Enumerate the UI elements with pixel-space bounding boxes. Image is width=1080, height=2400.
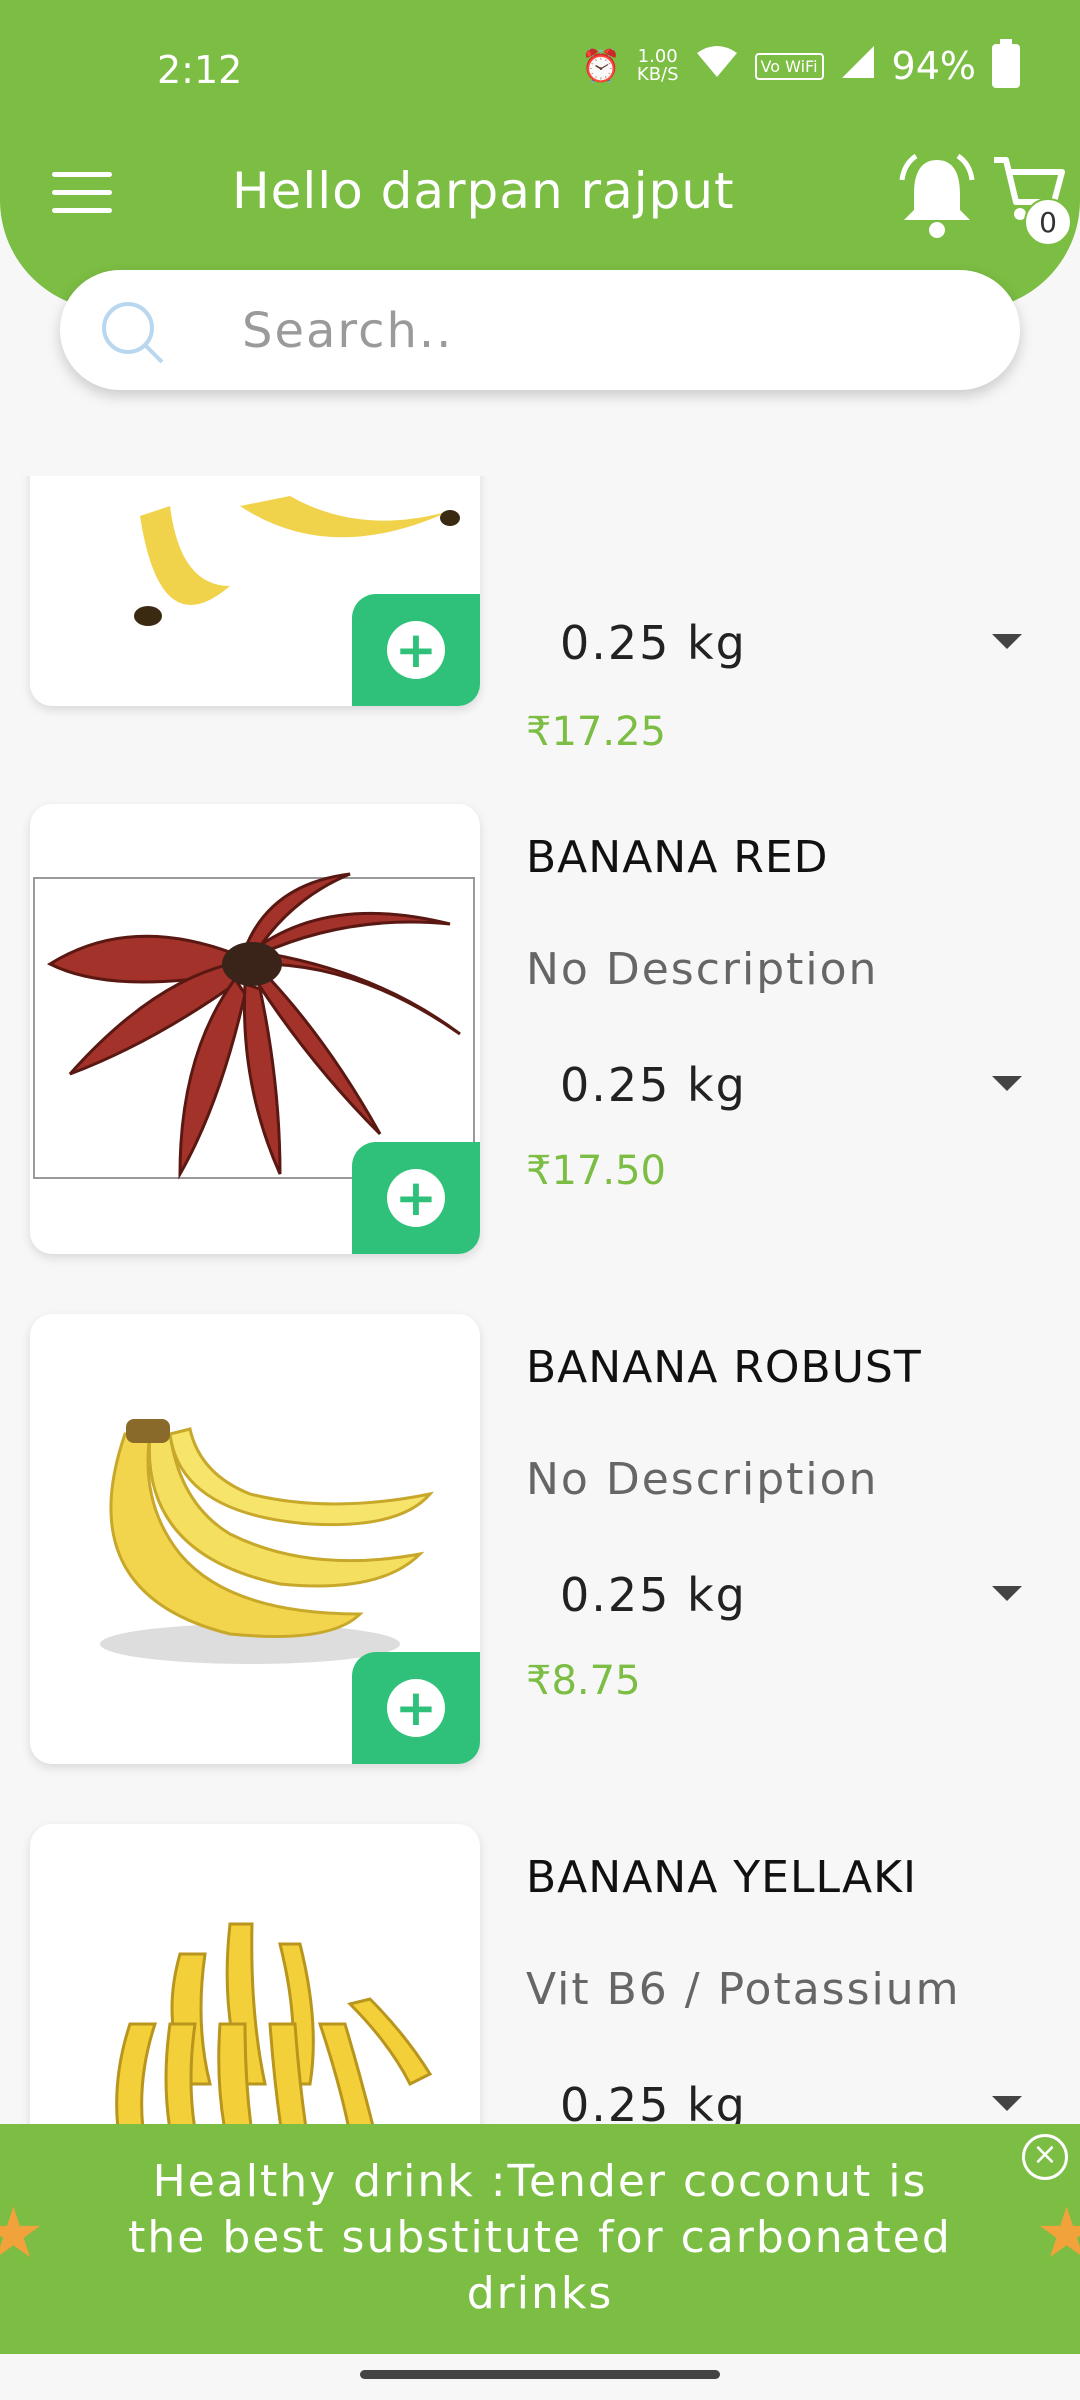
add-to-cart-button[interactable]: +	[352, 1652, 480, 1764]
product-price: ₹8.75	[526, 1658, 641, 1704]
status-icons: ⏰ 1.00 KB/S Vo WiFi 94%	[581, 39, 1020, 88]
product-description: No Description	[526, 944, 879, 995]
status-bar: 2:12 ⏰ 1.00 KB/S Vo WiFi 94%	[0, 0, 1080, 140]
product-card: + 0.25 kg ₹17.25	[0, 476, 1080, 755]
volte-icon: Vo WiFi	[754, 52, 824, 80]
plus-icon: +	[387, 1169, 445, 1227]
quantity-selector[interactable]: 0.25 kg	[560, 2078, 747, 2126]
product-description: No Description	[526, 1454, 879, 1505]
product-name: BANANA RED	[526, 832, 829, 883]
product-image-card[interactable]: +	[30, 1314, 480, 1764]
close-banner-button[interactable]: ×	[1022, 2134, 1068, 2180]
product-image-card[interactable]: +	[30, 476, 480, 706]
battery-icon	[992, 39, 1020, 88]
greeting-title: Hello darpan rajput	[232, 162, 735, 220]
quantity-selector[interactable]: 0.25 kg	[560, 1568, 747, 1622]
network-speed: 1.00 KB/S	[636, 46, 679, 85]
plus-icon: +	[387, 621, 445, 679]
menu-icon	[52, 172, 112, 177]
cart-button[interactable]: 0	[990, 150, 1072, 246]
product-name: BANANA ROBUST	[526, 1342, 922, 1393]
search-icon	[102, 302, 164, 364]
search-input[interactable]	[240, 292, 964, 370]
product-card: + BANANA ROBUST No Description 0.25 kg ₹…	[0, 1314, 1080, 1774]
notification-button[interactable]	[896, 150, 978, 240]
chevron-down-icon[interactable]	[992, 1586, 1022, 1601]
status-time: 2:12	[157, 48, 243, 92]
tip-banner: ★ Healthy drink :Tender coconut is the b…	[0, 2124, 1080, 2354]
product-price: ₹17.25	[526, 709, 666, 755]
search-bar[interactable]	[60, 270, 1020, 390]
product-name: BANANA YELLAKI	[526, 1852, 917, 1903]
star-icon: ★	[1035, 2192, 1080, 2274]
star-icon: ★	[0, 2192, 45, 2274]
product-image-card[interactable]	[30, 1824, 480, 2126]
add-to-cart-button[interactable]: +	[352, 594, 480, 706]
quantity-selector[interactable]: 0.25 kg	[560, 1058, 747, 1112]
bell-icon	[899, 153, 975, 238]
add-to-cart-button[interactable]: +	[352, 1142, 480, 1254]
quantity-selector[interactable]: 0.25 kg	[560, 616, 747, 670]
cart-count-badge: 0	[1024, 198, 1072, 246]
product-price: ₹17.50	[526, 1148, 666, 1194]
product-card: BANANA YELLAKI Vit B6 / Potassium 0.25 k…	[0, 1824, 1080, 2126]
banner-text: Healthy drink :Tender coconut is the bes…	[128, 2156, 952, 2319]
product-description: Vit B6 / Potassium	[526, 1964, 961, 2015]
product-list[interactable]: + 0.25 kg ₹17.25 + BANANA RED No Descrip…	[0, 476, 1080, 2126]
wifi-icon	[695, 45, 739, 87]
battery-percent: 94%	[891, 44, 976, 88]
product-image-card[interactable]: +	[30, 804, 480, 1254]
menu-button[interactable]	[52, 172, 112, 218]
chevron-down-icon[interactable]	[992, 634, 1022, 649]
banana-yellaki-image	[115, 1922, 433, 2126]
plus-icon: +	[387, 1679, 445, 1737]
chevron-down-icon[interactable]	[992, 1076, 1022, 1091]
chevron-down-icon[interactable]	[992, 2096, 1022, 2111]
home-indicator[interactable]	[360, 2370, 720, 2379]
product-card: + BANANA RED No Description 0.25 kg ₹17.…	[0, 804, 1080, 1264]
alarm-icon: ⏰	[581, 47, 621, 85]
top-bar: Hello darpan rajput 0	[0, 140, 1080, 250]
signal-icon	[840, 44, 876, 88]
